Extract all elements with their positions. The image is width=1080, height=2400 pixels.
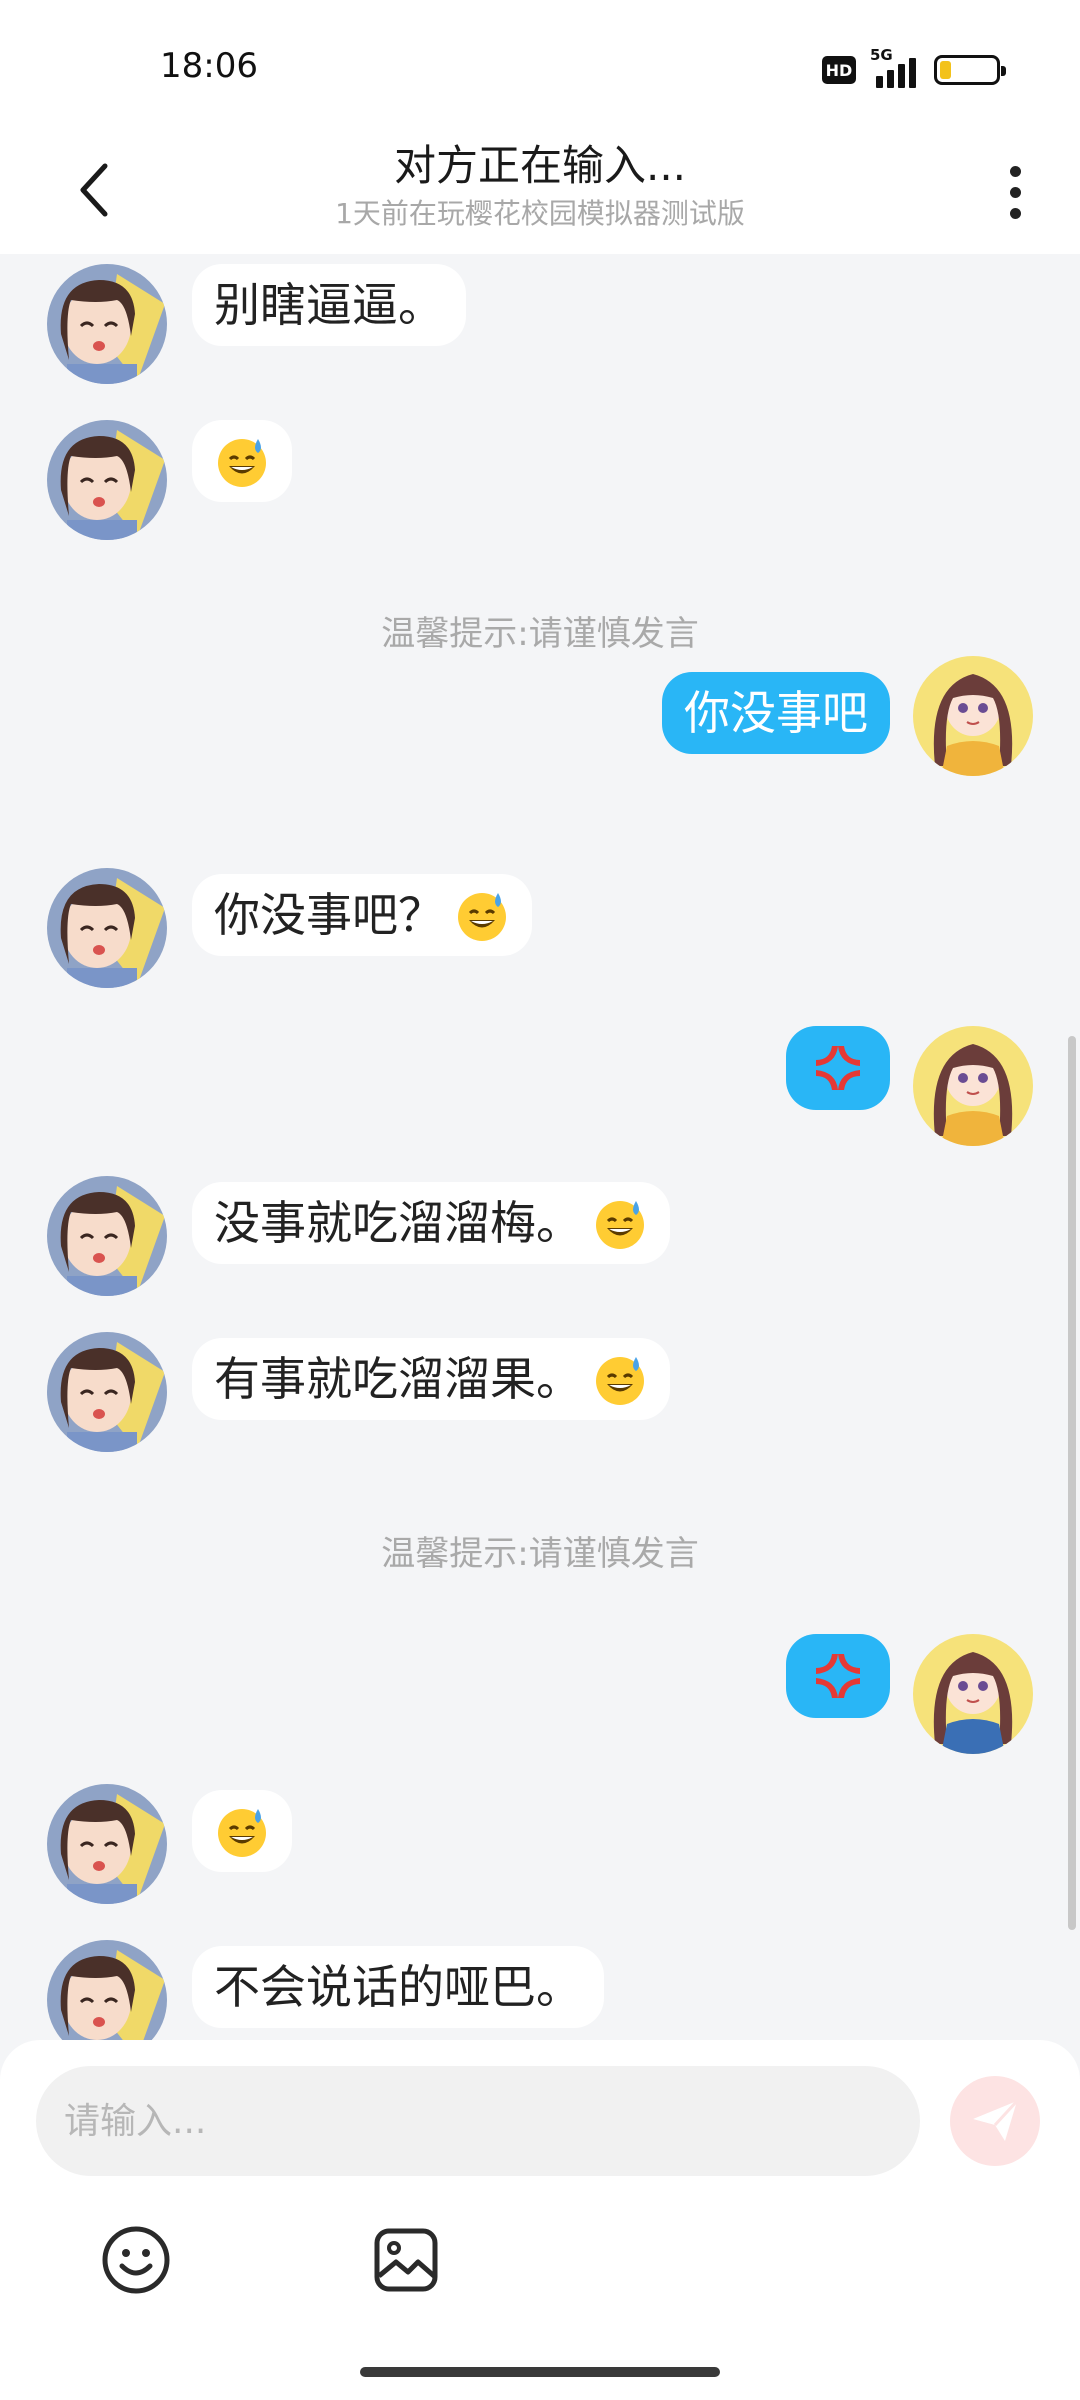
signal-icon: 5G xyxy=(870,46,920,88)
grinning-sweat-icon xyxy=(458,893,506,941)
user-avatar[interactable] xyxy=(913,1026,1033,1146)
contact-avatar[interactable] xyxy=(47,1176,167,1296)
image-icon xyxy=(374,2228,438,2292)
battery-icon xyxy=(934,55,1006,85)
more-options-button[interactable] xyxy=(990,150,1040,234)
chat-header: 对方正在输入... 1天前在玩樱花校园模拟器测试版 xyxy=(0,130,1080,254)
message-text: 没事就吃溜溜梅。 xyxy=(214,1196,582,1250)
message-bubble[interactable] xyxy=(786,1026,890,1110)
status-bar: 18:06 HD 5G xyxy=(0,0,1080,130)
contact-avatar[interactable] xyxy=(47,264,167,384)
message-bubble[interactable]: 不会说话的哑巴。 xyxy=(192,1946,604,2028)
message-bubble[interactable]: 别瞎逼逼。 xyxy=(192,264,466,346)
message-bubble[interactable] xyxy=(192,420,292,502)
user-avatar[interactable] xyxy=(913,1634,1033,1754)
grinning-sweat-icon xyxy=(596,1201,644,1249)
message-input[interactable] xyxy=(36,2066,920,2176)
chat-scrollbar[interactable] xyxy=(1068,1036,1076,1930)
message-bubble[interactable]: 没事就吃溜溜梅。 xyxy=(192,1182,670,1264)
message-text: 有事就吃溜溜果。 xyxy=(214,1352,582,1406)
grinning-sweat-icon xyxy=(596,1357,644,1405)
message-bubble[interactable]: 你没事吧 xyxy=(662,672,890,754)
more-dot-icon xyxy=(1009,207,1021,219)
emoji-icon xyxy=(102,2226,170,2294)
network-type: 5G xyxy=(870,46,893,64)
anger-symbol-icon xyxy=(816,1046,860,1090)
composer-panel xyxy=(0,2040,1080,2400)
message-text: 你没事吧 xyxy=(684,686,868,740)
contact-avatar[interactable] xyxy=(47,420,167,540)
system-notice: 温馨提示:请谨慎发言 xyxy=(381,614,699,654)
system-notice: 温馨提示:请谨慎发言 xyxy=(381,1534,699,1574)
home-indicator[interactable] xyxy=(360,2367,720,2377)
message-bubble[interactable]: 你没事吧？ xyxy=(192,874,532,956)
emoji-button[interactable] xyxy=(96,2220,176,2300)
send-plane-icon xyxy=(973,2099,1019,2141)
user-avatar[interactable] xyxy=(913,656,1033,776)
contact-avatar[interactable] xyxy=(47,1332,167,1452)
grinning-sweat-icon xyxy=(218,439,266,487)
message-bubble[interactable] xyxy=(786,1634,890,1718)
battery-level xyxy=(940,61,951,79)
contact-avatar[interactable] xyxy=(47,1784,167,1904)
chat-title: 对方正在输入... xyxy=(393,141,687,190)
image-button[interactable] xyxy=(366,2220,446,2300)
more-dot-icon xyxy=(1009,165,1021,177)
message-text: 别瞎逼逼。 xyxy=(214,278,444,332)
contact-avatar[interactable] xyxy=(47,868,167,988)
hd-badge: HD xyxy=(822,56,856,84)
status-icons: HD 5G xyxy=(822,46,1006,88)
grinning-sweat-icon xyxy=(218,1809,266,1857)
message-bubble[interactable]: 有事就吃溜溜果。 xyxy=(192,1338,670,1420)
status-time: 18:06 xyxy=(160,46,258,86)
message-text: 你没事吧？ xyxy=(214,888,444,942)
anger-symbol-icon xyxy=(816,1654,860,1698)
message-list[interactable]: 别瞎逼逼。 温馨提示:请谨慎发言 你没事吧 你没事吧？ 没事就吃溜溜梅。 有事就… xyxy=(0,254,1080,2040)
message-bubble[interactable] xyxy=(192,1790,292,1872)
chat-subtitle: 1天前在玩樱花校园模拟器测试版 xyxy=(335,197,745,230)
send-button[interactable] xyxy=(950,2076,1040,2166)
more-dot-icon xyxy=(1009,186,1021,198)
message-text: 不会说话的哑巴。 xyxy=(214,1960,582,2014)
contact-avatar[interactable] xyxy=(47,1940,167,2040)
